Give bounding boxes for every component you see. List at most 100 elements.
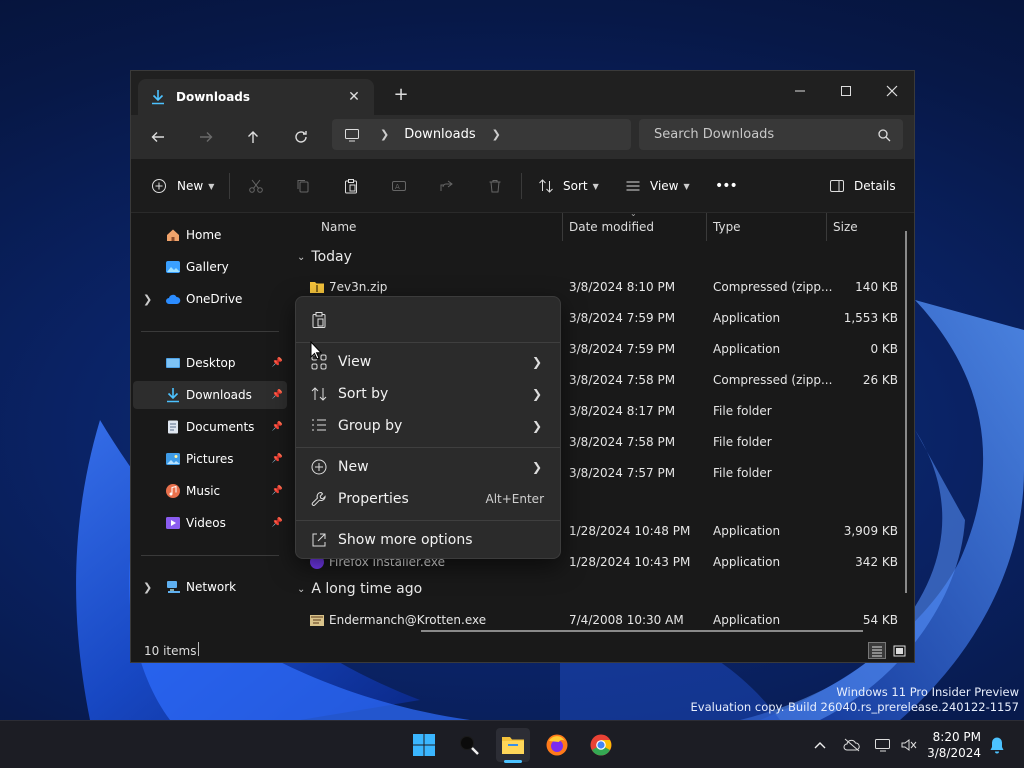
sort-button[interactable]: Sort ▼ bbox=[538, 173, 599, 199]
minimize-button[interactable] bbox=[777, 77, 823, 105]
pin-icon[interactable]: 📌 bbox=[272, 390, 283, 400]
group-header-today[interactable]: ⌄ Today bbox=[297, 249, 352, 265]
share-icon bbox=[440, 180, 453, 191]
column-header-size[interactable]: Size bbox=[833, 213, 858, 241]
share-button[interactable] bbox=[439, 173, 455, 199]
chevron-right-icon[interactable]: ❯ bbox=[143, 293, 152, 306]
search-box[interactable]: Search Downloads bbox=[639, 119, 903, 150]
sidebar-item-desktop[interactable]: Desktop 📌 bbox=[133, 349, 287, 377]
chevron-right-icon[interactable]: ❯ bbox=[143, 581, 152, 594]
divider bbox=[296, 520, 560, 521]
sidebar-item-onedrive[interactable]: ❯ OneDrive bbox=[133, 285, 287, 313]
menu-item-show-more-options[interactable]: Show more options bbox=[300, 524, 556, 556]
clock[interactable]: 8:20 PM 3/8/2024 bbox=[927, 729, 981, 761]
paste-button[interactable] bbox=[310, 311, 328, 329]
chevron-right-icon[interactable]: ❯ bbox=[380, 128, 389, 141]
copy-button[interactable] bbox=[295, 173, 311, 199]
bell-icon bbox=[990, 737, 1004, 754]
search-input[interactable]: Search Downloads bbox=[654, 127, 877, 142]
maximize-icon bbox=[841, 86, 851, 96]
close-window-button[interactable] bbox=[869, 77, 915, 105]
network-tray-button[interactable] bbox=[872, 733, 894, 757]
sidebar-item-gallery[interactable]: Gallery bbox=[133, 253, 287, 281]
refresh-button[interactable] bbox=[286, 124, 316, 150]
new-tab-button[interactable]: + bbox=[389, 84, 413, 105]
sidebar-item-home[interactable]: Home bbox=[133, 221, 287, 249]
column-header-name[interactable]: Name bbox=[321, 213, 356, 241]
start-button[interactable] bbox=[407, 728, 441, 762]
menu-item-properties[interactable]: Properties Alt+Enter bbox=[300, 483, 556, 515]
maximize-button[interactable] bbox=[823, 77, 869, 105]
firefox-taskbar-button[interactable] bbox=[540, 728, 574, 762]
menu-item-view[interactable]: View ❯ bbox=[300, 346, 556, 378]
tab-downloads[interactable]: Downloads ✕ bbox=[138, 79, 374, 115]
file-explorer-taskbar-button[interactable] bbox=[496, 728, 530, 763]
delete-button[interactable] bbox=[487, 173, 503, 199]
sidebar-item-videos[interactable]: Videos 📌 bbox=[133, 509, 287, 537]
sidebar-item-downloads[interactable]: Downloads 📌 bbox=[133, 381, 287, 409]
pin-icon[interactable]: 📌 bbox=[272, 358, 283, 368]
pin-icon[interactable]: 📌 bbox=[272, 518, 283, 528]
pin-icon[interactable]: 📌 bbox=[272, 454, 283, 464]
notifications-button[interactable] bbox=[986, 733, 1008, 757]
menu-item-sort-by[interactable]: Sort by ❯ bbox=[300, 378, 556, 410]
divider bbox=[141, 555, 279, 556]
new-button[interactable]: New ▼ bbox=[151, 173, 214, 199]
divider bbox=[296, 342, 560, 343]
cut-button[interactable] bbox=[248, 173, 264, 199]
close-tab-icon[interactable]: ✕ bbox=[344, 89, 364, 105]
volume-tray-button[interactable] bbox=[898, 733, 920, 757]
arrow-right-icon bbox=[200, 132, 213, 142]
view-button[interactable]: View ▼ bbox=[625, 173, 690, 199]
chevron-down-icon: ⌄ bbox=[297, 583, 306, 595]
column-header-date[interactable]: Date modified bbox=[569, 213, 654, 241]
group-header-long-ago[interactable]: ⌄ A long time ago bbox=[297, 581, 422, 597]
divider bbox=[521, 173, 522, 199]
pin-icon[interactable]: 📌 bbox=[272, 486, 283, 496]
rename-icon: A bbox=[392, 181, 406, 191]
details-view-button[interactable] bbox=[868, 642, 886, 659]
computer-icon bbox=[345, 128, 359, 141]
details-pane-button[interactable]: Details bbox=[829, 173, 896, 199]
clock-time: 8:20 PM bbox=[932, 730, 981, 744]
group-by-icon bbox=[312, 419, 326, 431]
plus-circle-icon bbox=[152, 179, 166, 193]
paste-button[interactable] bbox=[343, 173, 359, 199]
show-hidden-icons-button[interactable] bbox=[810, 733, 830, 757]
forward-button[interactable] bbox=[191, 124, 221, 150]
details-pane-icon bbox=[830, 180, 844, 192]
sidebar-item-network[interactable]: ❯ Network bbox=[133, 573, 287, 601]
tiles-view-button[interactable] bbox=[890, 642, 908, 659]
more-options-button[interactable]: ••• bbox=[715, 173, 738, 199]
column-divider[interactable] bbox=[562, 213, 563, 241]
column-divider[interactable] bbox=[706, 213, 707, 241]
copy-icon bbox=[297, 180, 309, 193]
network-status-icon bbox=[875, 739, 890, 752]
column-header-type[interactable]: Type bbox=[713, 213, 741, 241]
column-divider[interactable] bbox=[826, 213, 827, 241]
videos-icon bbox=[166, 517, 180, 529]
search-taskbar-button[interactable] bbox=[452, 728, 486, 762]
chrome-taskbar-button[interactable] bbox=[584, 728, 618, 762]
svg-text:A: A bbox=[395, 183, 400, 191]
rename-button[interactable]: A bbox=[391, 173, 407, 199]
breadcrumb-downloads[interactable]: Downloads bbox=[404, 127, 475, 142]
menu-item-group-by[interactable]: Group by ❯ bbox=[300, 410, 556, 442]
music-icon bbox=[166, 484, 180, 498]
sidebar-item-music[interactable]: Music 📌 bbox=[133, 477, 287, 505]
address-bar[interactable]: ❯ Downloads ❯ bbox=[332, 119, 631, 150]
arrow-up-icon bbox=[248, 131, 258, 143]
horizontal-scrollbar[interactable] bbox=[421, 630, 863, 632]
sidebar-item-documents[interactable]: Documents 📌 bbox=[133, 413, 287, 441]
tab-title: Downloads bbox=[176, 90, 251, 104]
pin-icon[interactable]: 📌 bbox=[272, 422, 283, 432]
onedrive-tray-button[interactable] bbox=[840, 733, 864, 757]
back-button[interactable] bbox=[143, 124, 173, 150]
menu-item-new[interactable]: New ❯ bbox=[300, 451, 556, 483]
sidebar-item-pictures[interactable]: Pictures 📌 bbox=[133, 445, 287, 473]
taskbar: 8:20 PM 3/8/2024 bbox=[0, 720, 1024, 768]
chevron-right-icon[interactable]: ❯ bbox=[492, 128, 501, 141]
up-button[interactable] bbox=[238, 124, 268, 150]
vertical-scrollbar[interactable] bbox=[905, 231, 907, 593]
context-menu: View ❯ Sort by ❯ Group by ❯ New ❯ Proper… bbox=[295, 296, 561, 559]
